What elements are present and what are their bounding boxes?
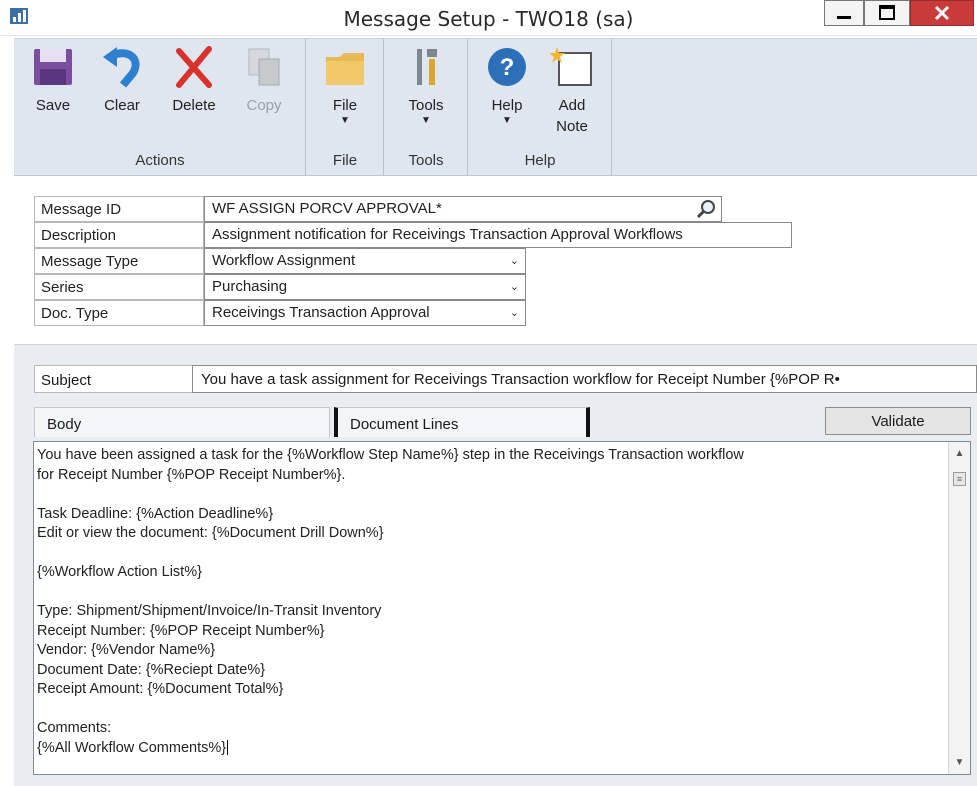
message-id-label: Message ID <box>34 196 204 222</box>
doc-type-label: Doc. Type <box>34 300 204 326</box>
tab-document-lines[interactable]: Document Lines <box>334 407 590 437</box>
vertical-scrollbar[interactable]: ▲ ≡ ▼ <box>948 442 970 774</box>
clear-button[interactable]: Clear <box>94 45 150 116</box>
tools-group-label: Tools <box>408 152 444 169</box>
tab-body[interactable]: Body <box>34 407 330 437</box>
file-group-label: File <box>332 152 358 169</box>
tools-menu-button[interactable]: Tools ▼ <box>396 45 456 126</box>
description-field[interactable]: Assignment notification for Receivings T… <box>204 222 792 248</box>
copy-label: Copy <box>246 97 282 114</box>
subject-field[interactable]: You have a task assignment for Receiving… <box>192 365 977 393</box>
actions-group: Save Clear Delete Copy Actions <box>14 39 306 175</box>
file-dropdown-icon: ▼ <box>340 115 350 126</box>
doc-type-dropdown[interactable]: Receivings Transaction Approval ⌄ <box>204 300 526 326</box>
series-value: Purchasing <box>212 278 288 295</box>
body-line: Receipt Number: {%POP Receipt Number%} <box>37 622 325 639</box>
close-button[interactable] <box>910 0 974 26</box>
save-icon <box>34 49 72 85</box>
body-line <box>37 485 947 505</box>
body-line <box>37 700 947 720</box>
message-content-panel: Subject You have a task assignment for R… <box>14 344 977 786</box>
body-line-last: {%All Workflow Comments%} <box>37 739 947 759</box>
file-label: File <box>332 97 358 114</box>
scroll-thumb[interactable]: ≡ <box>953 472 966 486</box>
message-form: Message ID WF ASSIGN PORCV APPROVAL* Des… <box>14 176 977 344</box>
chevron-down-icon: ⌄ <box>509 307 519 319</box>
message-setup-window: Message Setup - TWO18 (sa) Save Clear De… <box>0 0 977 786</box>
help-dropdown-icon: ▼ <box>502 115 512 126</box>
message-id-value: WF ASSIGN PORCV APPROVAL* <box>212 200 442 217</box>
copy-icon <box>248 48 280 86</box>
tools-group: Tools ▼ Tools <box>384 39 468 175</box>
body-line <box>37 544 947 564</box>
lookup-magnifier-icon[interactable] <box>695 198 717 220</box>
doc-type-value: Receivings Transaction Approval <box>212 304 430 321</box>
subject-label: Subject <box>34 365 204 393</box>
help-menu-button[interactable]: ? Help ▼ <box>478 45 536 126</box>
body-line: Vendor: {%Vendor Name%} <box>37 642 216 658</box>
chevron-down-icon: ⌄ <box>509 255 519 267</box>
minimize-button[interactable] <box>824 0 864 26</box>
series-dropdown[interactable]: Purchasing ⌄ <box>204 274 526 300</box>
scroll-down-arrow-icon[interactable]: ▼ <box>949 757 970 768</box>
undo-icon <box>103 47 140 88</box>
minimize-icon <box>837 16 851 19</box>
message-type-value: Workflow Assignment <box>212 252 356 269</box>
text-cursor <box>227 740 229 756</box>
tools-icon <box>417 49 437 85</box>
chevron-down-icon: ⌄ <box>509 281 519 293</box>
delete-button[interactable]: Delete <box>162 45 226 116</box>
close-icon <box>934 5 950 21</box>
body-line: You have been assigned a task for the {%… <box>37 447 744 463</box>
help-group: ? Help ▼ Add Note Help <box>468 39 612 175</box>
add-note-label-line2: Note <box>556 118 588 135</box>
save-label: Save <box>35 97 71 114</box>
message-id-field[interactable]: WF ASSIGN PORCV APPROVAL* <box>204 196 722 222</box>
actions-group-label: Actions <box>135 152 185 169</box>
svg-text:?: ? <box>500 54 515 81</box>
body-line: Comments: <box>37 720 112 736</box>
folder-icon <box>326 53 364 85</box>
add-note-icon <box>549 47 592 86</box>
delete-x-icon <box>176 46 212 88</box>
series-label: Series <box>34 274 204 300</box>
ribbon-toolbar: Save Clear Delete Copy Actions File ▼ Fi… <box>14 38 977 176</box>
body-line: Document Date: {%Reciept Date%} <box>37 661 266 678</box>
body-text-lines: You have been assigned a task for the {%… <box>37 446 947 758</box>
body-line: Task Deadline: {%Action Deadline%} <box>37 505 274 522</box>
body-line: Edit or view the document: {%Document Dr… <box>37 525 384 541</box>
content-tabs: Body Document Lines <box>34 407 594 437</box>
description-label: Description <box>34 222 204 248</box>
body-line <box>37 583 947 603</box>
tools-dropdown-icon: ▼ <box>421 115 431 126</box>
clear-label: Clear <box>104 97 140 114</box>
message-type-dropdown[interactable]: Workflow Assignment ⌄ <box>204 248 526 274</box>
body-line: for Receipt Number {%POP Receipt Number%… <box>37 466 346 483</box>
add-note-button[interactable]: Add Note <box>542 45 602 137</box>
body-line: {%Workflow Action List%} <box>37 564 202 580</box>
validate-button[interactable]: Validate <box>825 407 971 435</box>
tools-label: Tools <box>408 97 444 114</box>
save-button[interactable]: Save <box>28 45 78 116</box>
message-type-label: Message Type <box>34 248 204 274</box>
title-bar: Message Setup - TWO18 (sa) <box>0 0 977 36</box>
body-textarea[interactable]: You have been assigned a task for the {%… <box>33 441 971 775</box>
scroll-up-arrow-icon[interactable]: ▲ <box>949 448 970 459</box>
delete-label: Delete <box>172 97 216 114</box>
body-line: Receipt Amount: {%Document Total%} <box>37 681 284 697</box>
add-note-label-line1: Add <box>558 97 586 114</box>
help-icon: ? <box>488 48 526 86</box>
file-menu-button[interactable]: File ▼ <box>314 45 376 126</box>
copy-button[interactable]: Copy <box>236 45 292 116</box>
body-line: {%All Workflow Comments%} <box>37 739 227 756</box>
body-line: Type: Shipment/Shipment/Invoice/In-Trans… <box>37 603 382 619</box>
file-group: File ▼ File <box>306 39 384 175</box>
maximize-button[interactable] <box>864 0 910 26</box>
maximize-icon <box>879 5 895 20</box>
help-group-label: Help <box>524 152 556 169</box>
help-label: Help <box>491 97 523 114</box>
